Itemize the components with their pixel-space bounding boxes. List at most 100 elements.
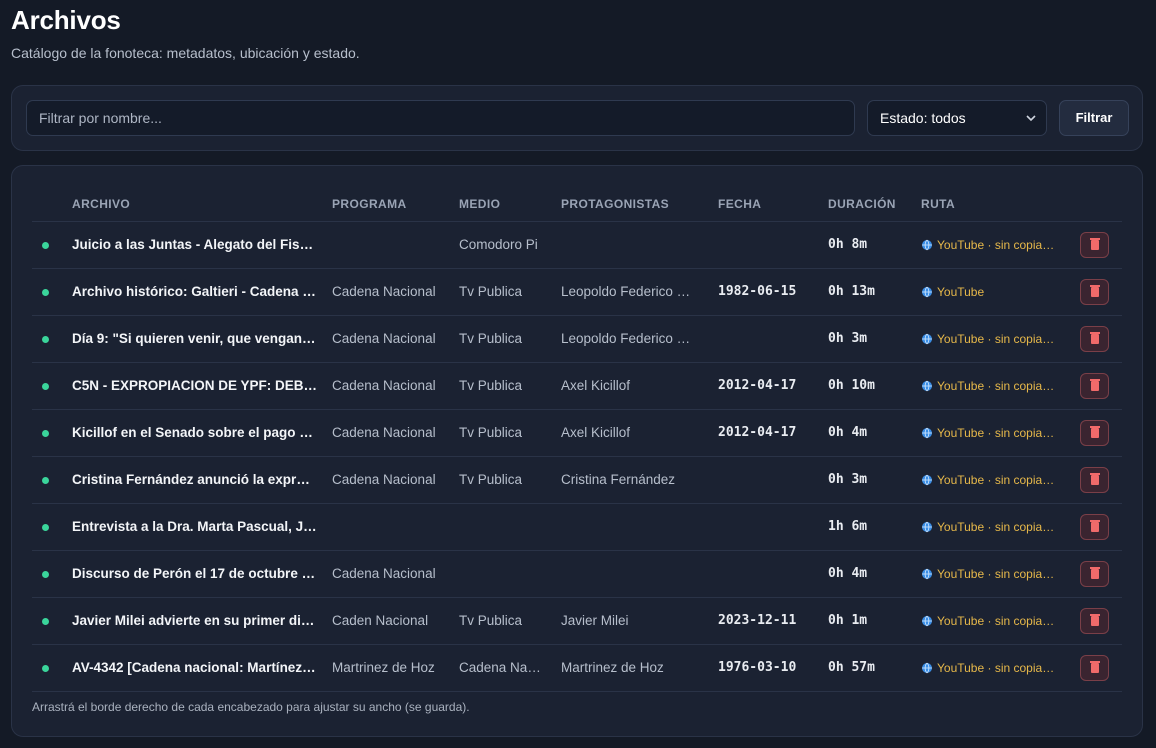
cell-programa xyxy=(332,222,446,268)
cell-ruta[interactable]: YouTube · sin copia local xyxy=(921,316,1057,362)
table-row[interactable]: Cristina Fernández anunció la expropiaci… xyxy=(32,457,1122,504)
cell-fecha xyxy=(718,316,818,362)
ruta-label: YouTube · sin copia local xyxy=(937,426,1057,440)
table-row[interactable]: Discurso de Perón el 17 de octubre de 19… xyxy=(32,551,1122,598)
page-subtitle: Catálogo de la fonoteca: metadatos, ubic… xyxy=(11,45,360,61)
cell-medio: Tv Publica xyxy=(459,472,523,487)
cell-protagonistas: Cristina Fernández xyxy=(561,472,676,487)
delete-button[interactable] xyxy=(1080,608,1109,634)
status-dot xyxy=(42,524,49,531)
trash-icon xyxy=(1090,238,1100,250)
delete-button[interactable] xyxy=(1080,232,1109,258)
cell-duracion: 0h 10m xyxy=(828,378,875,393)
cell-ruta[interactable]: YouTube · sin copia local xyxy=(921,645,1057,691)
cell-medio xyxy=(459,504,547,550)
cell-ruta[interactable]: YouTube · sin copia local xyxy=(921,551,1057,597)
delete-button[interactable] xyxy=(1080,326,1109,352)
delete-button[interactable] xyxy=(1080,655,1109,681)
cell-ruta[interactable]: YouTube · sin copia local xyxy=(921,222,1057,268)
cell-ruta[interactable]: YouTube · sin copia local xyxy=(921,410,1057,456)
delete-button[interactable] xyxy=(1080,279,1109,305)
cell-fecha: 1976-03-10 xyxy=(718,660,797,675)
status-dot xyxy=(42,336,49,343)
cell-fecha xyxy=(718,504,818,550)
cell-protagonistas xyxy=(561,551,699,597)
table-row[interactable]: Archivo histórico: Galtieri - Cadena Na c… xyxy=(32,269,1122,316)
column-header-protagonistas[interactable]: Protagonistas xyxy=(561,197,669,211)
column-header-duracion[interactable]: Duración xyxy=(828,197,896,211)
cell-protagonistas: Martrinez de Hoz xyxy=(561,660,664,675)
delete-button[interactable] xyxy=(1080,514,1109,540)
cell-fecha xyxy=(718,222,818,268)
cell-medio: Tv Publica xyxy=(459,425,523,440)
delete-button[interactable] xyxy=(1080,420,1109,446)
filter-button[interactable]: Filtrar xyxy=(1059,100,1129,136)
cell-duracion: 0h 4m xyxy=(828,566,868,581)
table-footnote: Arrastrá el borde derecho de cada encabe… xyxy=(32,700,470,714)
cell-archivo[interactable]: Día 9: "Si quieren venir, que vengan, le… xyxy=(72,316,318,362)
cell-duracion: 1h 6m xyxy=(828,519,868,534)
column-header-fecha[interactable]: Fecha xyxy=(718,197,761,211)
cell-ruta[interactable]: YouTube · sin copia local xyxy=(921,457,1057,503)
column-header-ruta[interactable]: Ruta xyxy=(921,197,955,211)
cell-archivo[interactable]: Discurso de Perón el 17 de octubre de 19… xyxy=(72,551,318,597)
cell-archivo[interactable]: C5N - EXPROPIACION DE YPF: DEBATE EN EL … xyxy=(72,363,318,409)
delete-button[interactable] xyxy=(1080,561,1109,587)
table-row[interactable]: C5N - EXPROPIACION DE YPF: DEBATE EN EL … xyxy=(32,363,1122,410)
cell-archivo[interactable]: AV-4342 [Cadena nacional: Martínez de Ho… xyxy=(72,645,318,691)
ruta-label: YouTube · sin copia local xyxy=(937,238,1057,252)
search-input[interactable] xyxy=(26,100,855,136)
table-row[interactable]: AV-4342 [Cadena nacional: Martínez de Ho… xyxy=(32,645,1122,692)
cell-protagonistas xyxy=(561,222,699,268)
cell-duracion: 0h 1m xyxy=(828,613,868,628)
globe-icon xyxy=(921,506,933,533)
trash-icon xyxy=(1090,661,1100,673)
cell-medio: Tv Publica xyxy=(459,613,523,628)
trash-icon xyxy=(1090,426,1100,438)
cell-protagonistas: Axel Kicillof xyxy=(561,378,631,393)
cell-archivo[interactable]: Juicio a las Juntas - Alegato del Fiscal… xyxy=(72,222,318,268)
cell-archivo[interactable]: Archivo histórico: Galtieri - Cadena Nac… xyxy=(72,269,318,315)
cell-archivo[interactable]: Kicillof en el Senado sobre el pago a Re… xyxy=(72,410,318,456)
globe-icon xyxy=(921,271,933,298)
status-dot xyxy=(42,242,49,249)
table-row[interactable]: Entrevista a la Dra. Marta Pascual, Juez… xyxy=(32,504,1122,551)
cell-archivo[interactable]: Entrevista a la Dra. Marta Pascual, Juez… xyxy=(72,504,318,550)
column-header-programa[interactable]: Programa xyxy=(332,197,407,211)
cell-ruta[interactable]: YouTube · sin copia local xyxy=(921,598,1057,644)
cell-archivo[interactable]: Javier Milei advierte en su primer discu… xyxy=(72,598,318,644)
globe-icon xyxy=(921,365,933,392)
cell-medio: Cadena Nacional xyxy=(459,660,547,675)
status-dot xyxy=(42,665,49,672)
cell-fecha xyxy=(718,551,818,597)
cell-duracion: 0h 3m xyxy=(828,331,868,346)
table-row[interactable]: Juicio a las Juntas - Alegato del Fiscal… xyxy=(32,222,1122,269)
table-body: Juicio a las Juntas - Alegato del Fiscal… xyxy=(32,222,1122,692)
state-select[interactable]: Estado: todos xyxy=(867,100,1047,136)
cell-programa: Martrinez de Hoz xyxy=(332,660,435,675)
table-row[interactable]: Día 9: "Si quieren venir, que vengan, le… xyxy=(32,316,1122,363)
table-row[interactable]: Javier Milei advierte en su primer discu… xyxy=(32,598,1122,645)
ruta-label: YouTube · sin copia local xyxy=(937,473,1057,487)
cell-duracion: 0h 4m xyxy=(828,425,868,440)
cell-ruta[interactable]: YouTube · sin copia local xyxy=(921,363,1057,409)
delete-button[interactable] xyxy=(1080,373,1109,399)
status-dot xyxy=(42,430,49,437)
globe-icon xyxy=(921,224,933,251)
column-header-medio[interactable]: Medio xyxy=(459,197,500,211)
cell-ruta[interactable]: YouTube xyxy=(921,269,1057,315)
cell-fecha: 2012-04-17 xyxy=(718,425,797,440)
globe-icon xyxy=(921,600,933,627)
table-row[interactable]: Kicillof en el Senado sobre el pago a Re… xyxy=(32,410,1122,457)
cell-ruta[interactable]: YouTube · sin copia local xyxy=(921,504,1057,550)
cell-archivo[interactable]: Cristina Fernández anunció la expropiaci… xyxy=(72,457,318,503)
chevron-down-icon xyxy=(1026,101,1036,149)
trash-icon xyxy=(1090,614,1100,626)
column-header-archivo[interactable]: Archivo xyxy=(72,197,130,211)
cell-medio: Tv Publica xyxy=(459,331,523,346)
status-dot xyxy=(42,618,49,625)
cell-duracion: 0h 57m xyxy=(828,660,875,675)
cell-programa xyxy=(332,504,446,550)
cell-duracion: 0h 13m xyxy=(828,284,875,299)
delete-button[interactable] xyxy=(1080,467,1109,493)
